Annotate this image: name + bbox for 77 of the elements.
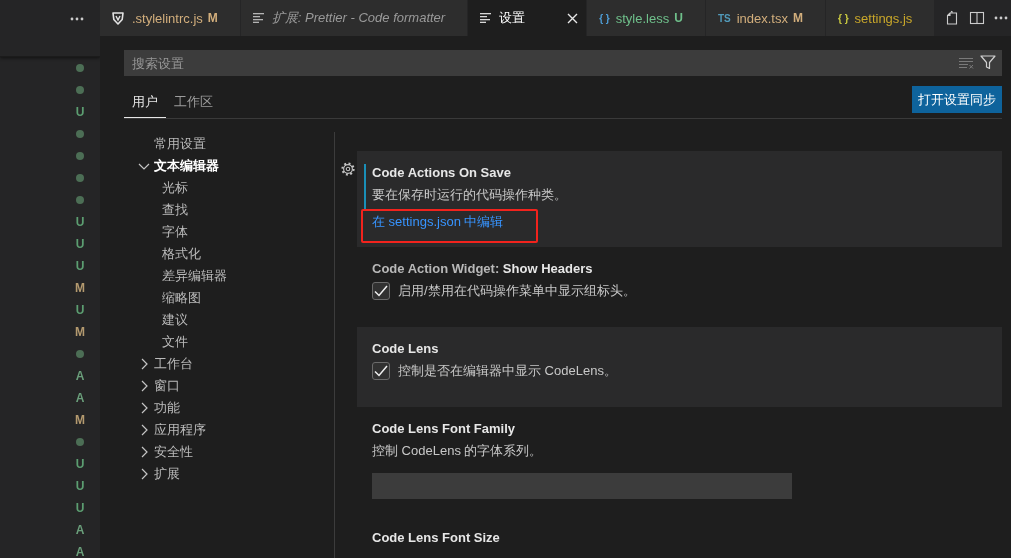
checkmark-icon (374, 285, 388, 297)
chevron-right-icon (141, 380, 148, 392)
file-type-icon: { } (599, 12, 610, 24)
setting-title: Code Lens (372, 340, 440, 358)
chevron-down-icon (138, 162, 150, 170)
editor-tab[interactable]: 设置 (468, 0, 588, 36)
editor-tab[interactable]: { } style.less U (587, 0, 706, 36)
git-status-letter: U (75, 238, 85, 250)
git-status-letter: M (75, 414, 85, 426)
tree-item[interactable]: 文件 (145, 331, 334, 353)
chevron-right-icon (141, 446, 148, 458)
scope-tab[interactable]: 用户 (124, 86, 166, 118)
lines-icon (252, 13, 264, 23)
git-status-letter: M (75, 282, 85, 294)
filter-icon[interactable] (980, 55, 996, 70)
tree-item[interactable]: 光标 (145, 177, 334, 199)
setting-title: Code Lens Font Size (372, 529, 501, 547)
git-status-letter: A (75, 546, 85, 558)
git-status-letter: A (75, 524, 85, 536)
editor-tab[interactable]: .stylelintrc.js M (100, 0, 241, 36)
setting-description: 控制 CodeLens 的字体系列。 (372, 442, 544, 460)
tree-item[interactable]: 扩展 (137, 463, 334, 485)
checkbox[interactable] (372, 362, 390, 380)
clear-filter-icon[interactable] (958, 57, 974, 69)
lines-icon (480, 13, 492, 23)
scope-tab[interactable]: 工作区 (166, 86, 221, 118)
file-type-icon: { } (838, 12, 849, 24)
setting-description: 控制是否在编辑器中显示 CodeLens。 (398, 362, 617, 380)
git-status-letter: A (75, 370, 85, 382)
tree-item[interactable]: 常用设置 (137, 133, 334, 155)
git-status-letter: M (75, 326, 85, 338)
setting-description: 要在保存时运行的代码操作种类。 (372, 186, 568, 204)
sync-button[interactable]: 打开设置同步 (912, 86, 1002, 113)
split-editor-icon[interactable] (969, 10, 985, 26)
checkbox[interactable] (372, 282, 390, 300)
editor-tab[interactable]: TS index.tsx M (705, 0, 826, 36)
tree-item[interactable]: 缩略图 (145, 287, 334, 309)
git-status-letter: U (75, 480, 85, 492)
search-field[interactable]: 搜索设置 (124, 50, 1002, 76)
more-icon[interactable] (994, 16, 1008, 20)
more-icon[interactable] (70, 17, 84, 21)
git-status-letter: U (75, 260, 85, 272)
close-icon[interactable] (566, 12, 578, 24)
tree-item[interactable]: 窗口 (137, 375, 334, 397)
editor-tab[interactable]: 扩展: Prettier - Code formatter (240, 0, 469, 36)
tree-item[interactable]: 字体 (145, 221, 334, 243)
tree-item[interactable]: 应用程序 (137, 419, 334, 441)
git-status-letter: U (75, 458, 85, 470)
gear-icon[interactable] (341, 162, 355, 176)
tree-item[interactable]: 格式化 (145, 243, 334, 265)
git-status-letter: U (75, 304, 85, 316)
chevron-right-icon (141, 424, 148, 436)
file-type-icon: TS (717, 12, 731, 24)
document-icon[interactable] (944, 10, 960, 26)
git-status-letter: A (75, 392, 85, 404)
chevron-right-icon (141, 358, 148, 370)
tree-item[interactable]: 差异编辑器 (145, 265, 334, 287)
git-status-letter: U (75, 106, 85, 118)
chevron-right-icon (141, 402, 148, 414)
editor-tab[interactable]: { } settings.js (826, 0, 935, 36)
chevron-right-icon (141, 468, 148, 480)
setting-title: Code Lens Font Family (372, 420, 516, 438)
setting-title: Code Actions On Save (372, 164, 512, 182)
git-status-letter: U (75, 216, 85, 228)
input-field[interactable] (372, 473, 792, 499)
tree-item[interactable]: 安全性 (137, 441, 334, 463)
git-status-letter: U (75, 502, 85, 514)
tree-item[interactable]: 查找 (145, 199, 334, 221)
tree-item[interactable]: 建议 (145, 309, 334, 331)
setting-description: 启用/禁用在代码操作菜单中显示组标头。 (398, 282, 636, 300)
checkmark-icon (374, 365, 388, 377)
setting-title: Code Action Widget: Show Headers (372, 260, 594, 278)
tree-item[interactable]: 工作台 (137, 353, 334, 375)
tree-item[interactable]: 文本编辑器 (137, 155, 334, 177)
tree-item[interactable]: 功能 (137, 397, 334, 419)
settings-json-link[interactable]: 在 settings.json 中编辑 (372, 214, 504, 229)
shield-icon (112, 11, 124, 25)
